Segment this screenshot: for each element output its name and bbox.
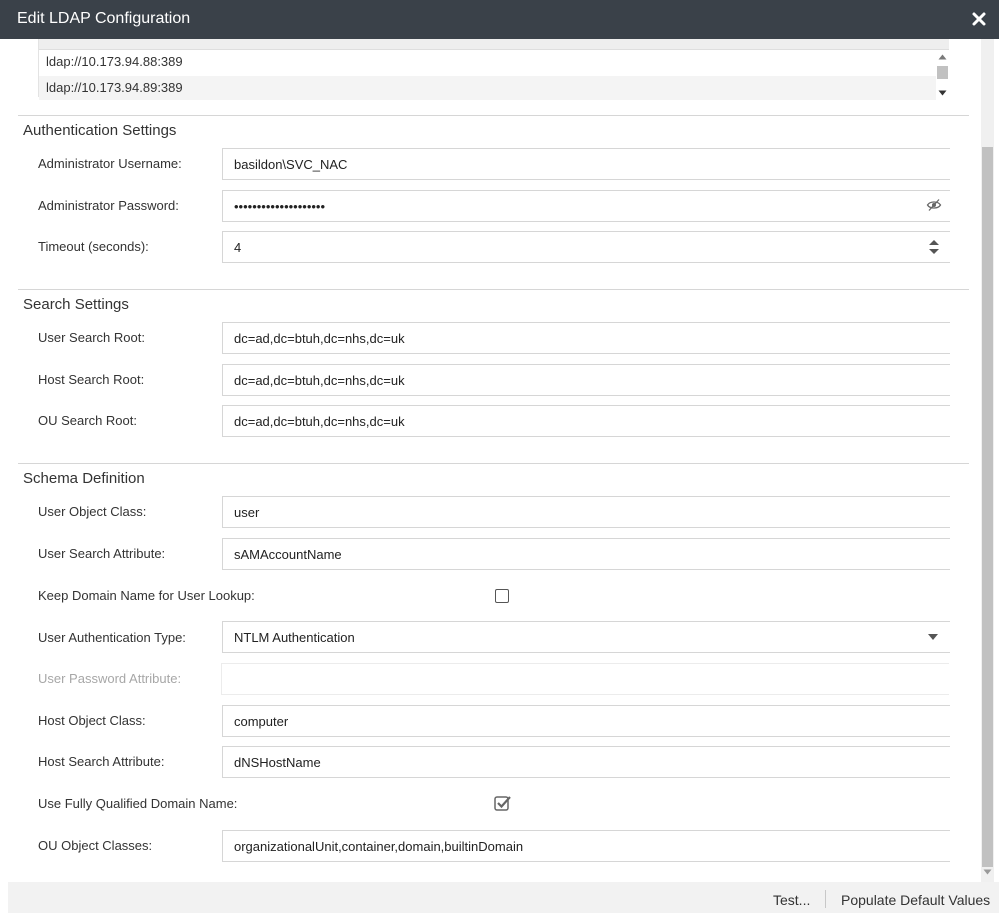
user-search-root-label: User Search Root: (38, 330, 145, 345)
dialog-titlebar: Edit LDAP Configuration (0, 0, 999, 39)
dialog-title: Edit LDAP Configuration (17, 10, 191, 27)
dialog-footer: Test... Populate Default Values (8, 882, 999, 913)
eye-slash-icon[interactable] (926, 197, 942, 213)
dialog-scrollbar[interactable] (981, 39, 994, 882)
admin-password-input[interactable] (222, 190, 950, 222)
admin-username-label: Administrator Username: (38, 156, 182, 171)
keep-domain-checkbox[interactable] (495, 589, 509, 603)
timeout-input[interactable] (222, 231, 950, 263)
host-search-root-label: Host Search Root: (38, 372, 145, 387)
section-divider (18, 289, 969, 290)
section-title-authentication: Authentication Settings (23, 122, 177, 139)
dialog-body: ldap://10.173.94.88:389 ldap://10.173.94… (0, 39, 999, 882)
host-search-attribute-input[interactable] (222, 746, 950, 778)
host-search-attribute-label: Host Search Attribute: (38, 754, 165, 769)
user-password-attribute-label: User Password Attribute: (38, 671, 182, 686)
section-title-schema: Schema Definition (23, 470, 145, 487)
ou-search-root-label: OU Search Root: (38, 413, 137, 428)
host-object-class-input[interactable] (222, 705, 950, 737)
chevron-down-icon[interactable] (927, 633, 939, 641)
scroll-up-icon[interactable] (938, 54, 947, 60)
spinner-arrows-icon[interactable] (926, 238, 942, 256)
dialog-scroll-thumb[interactable] (982, 147, 993, 867)
test-button[interactable]: Test... (773, 892, 810, 908)
server-list[interactable]: ldap://10.173.94.88:389 ldap://10.173.94… (38, 39, 949, 100)
server-list-item[interactable]: ldap://10.173.94.89:389 (39, 76, 936, 100)
use-fqdn-label: Use Fully Qualified Domain Name: (38, 796, 238, 811)
host-search-root-input[interactable] (222, 364, 950, 396)
footer-divider (825, 890, 826, 908)
ou-object-classes-input[interactable] (222, 830, 950, 862)
timeout-label: Timeout (seconds): (38, 239, 149, 254)
populate-default-values-button[interactable]: Populate Default Values (841, 892, 990, 908)
user-password-attribute-input (221, 663, 949, 695)
keep-domain-label: Keep Domain Name for User Lookup: (38, 588, 255, 603)
host-object-class-label: Host Object Class: (38, 713, 146, 728)
admin-password-label: Administrator Password: (38, 198, 179, 213)
admin-username-input[interactable] (222, 148, 950, 180)
user-auth-type-select[interactable] (222, 621, 950, 653)
scroll-down-icon[interactable] (983, 869, 992, 875)
server-list-scroll-thumb[interactable] (937, 66, 948, 79)
ou-object-classes-label: OU Object Classes: (38, 838, 153, 853)
server-list-scrollbar[interactable] (936, 51, 949, 97)
section-divider (18, 463, 969, 464)
scroll-down-icon[interactable] (938, 90, 947, 96)
server-list-item[interactable]: ldap://10.173.94.88:389 (39, 50, 936, 74)
user-search-root-input[interactable] (222, 322, 950, 354)
user-auth-type-label: User Authentication Type: (38, 630, 186, 645)
user-search-attribute-input[interactable] (222, 538, 950, 570)
section-divider (18, 115, 969, 116)
user-search-attribute-label: User Search Attribute: (38, 546, 166, 561)
user-object-class-label: User Object Class: (38, 504, 147, 519)
user-object-class-input[interactable] (222, 496, 950, 528)
section-title-search: Search Settings (23, 296, 129, 313)
use-fqdn-checkbox[interactable] (494, 795, 512, 811)
server-list-header (39, 39, 949, 50)
ou-search-root-input[interactable] (222, 405, 950, 437)
close-icon[interactable] (971, 9, 987, 29)
